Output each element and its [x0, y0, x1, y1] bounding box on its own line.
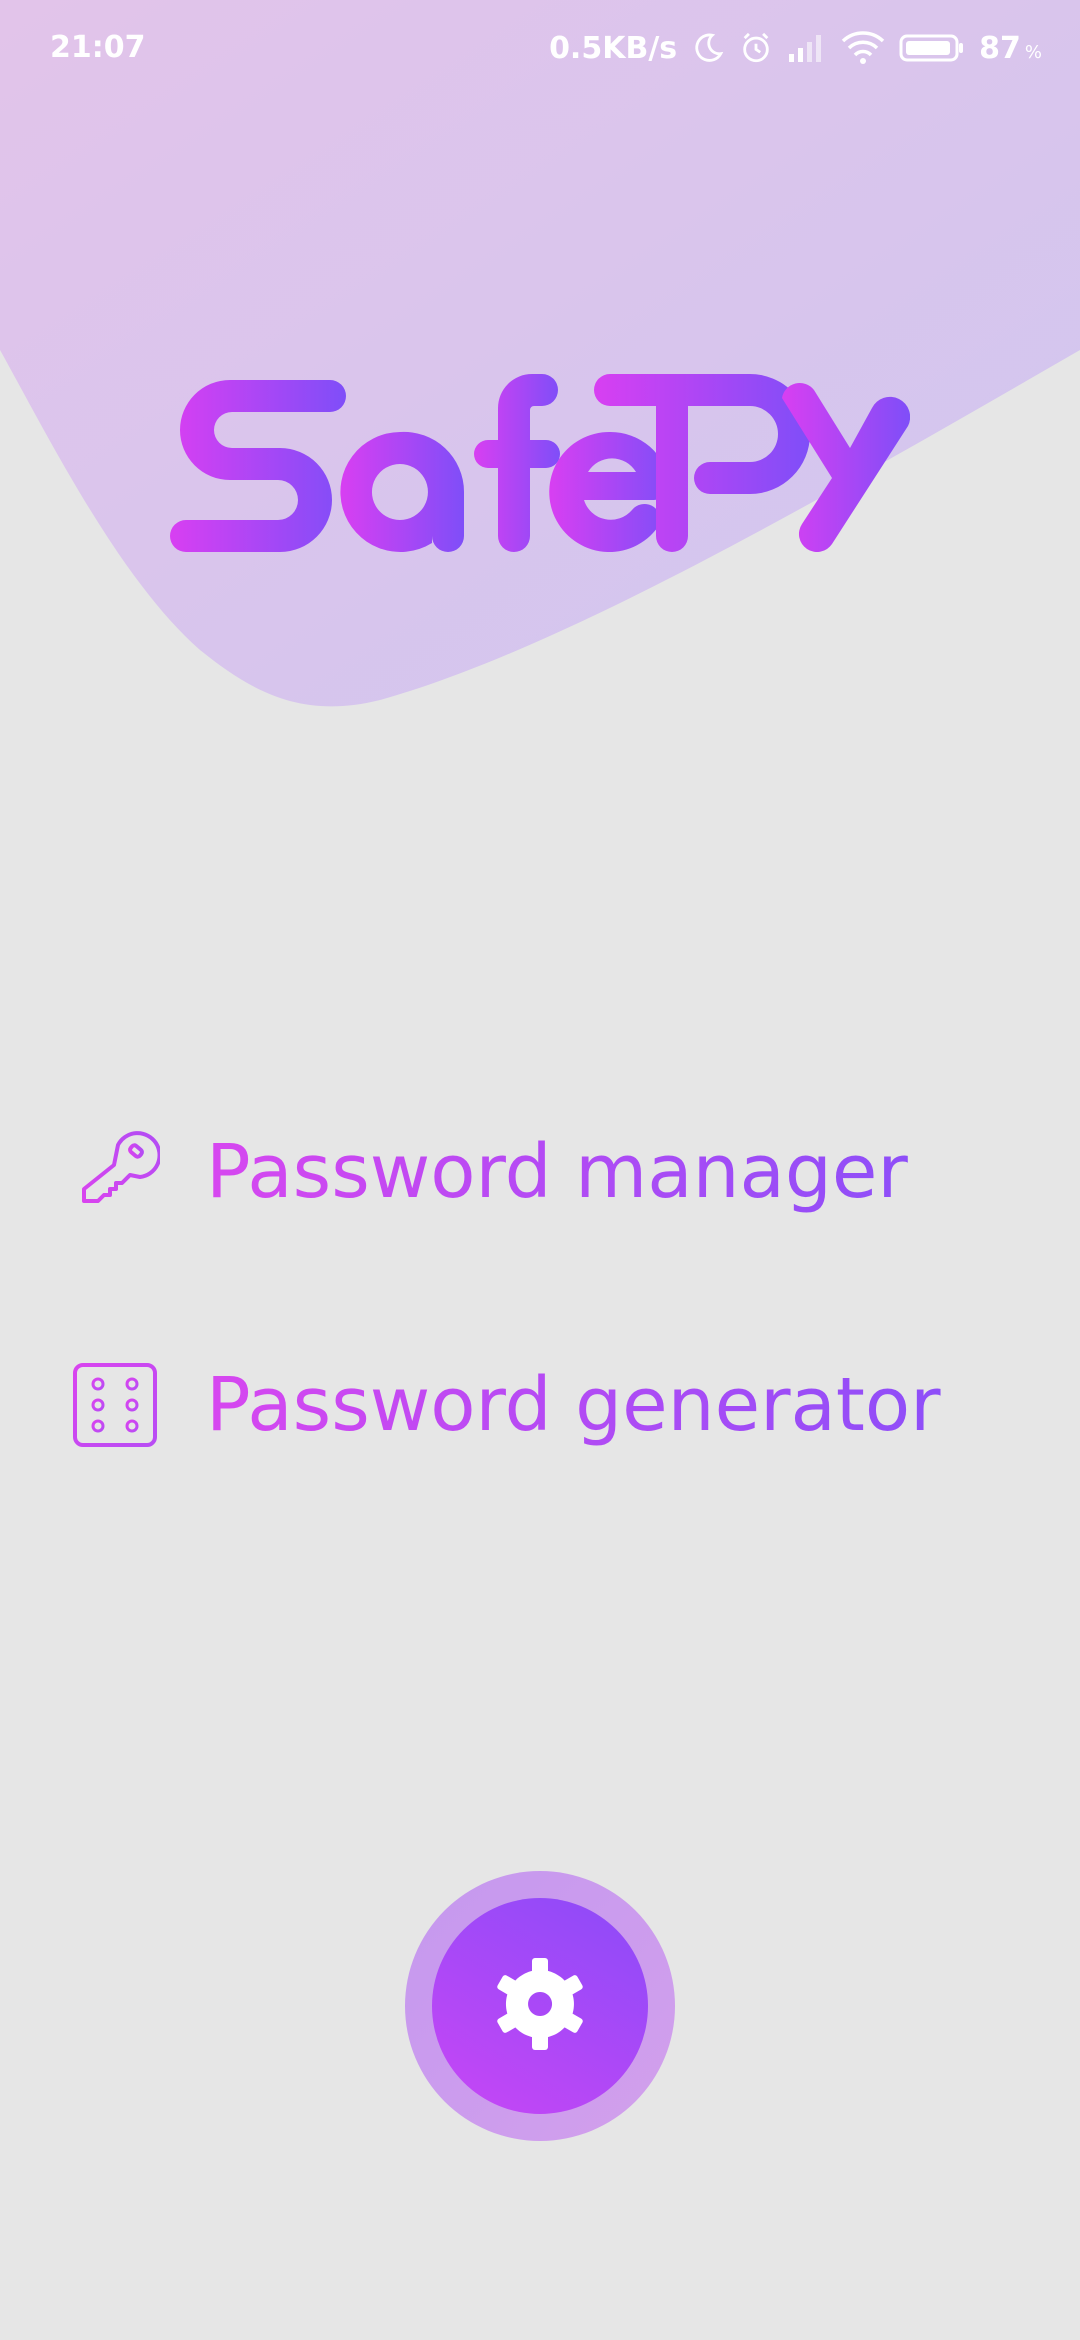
gear-icon — [492, 1956, 588, 2057]
password-manager-button[interactable]: Password manager — [60, 1117, 960, 1227]
wifi-icon — [841, 31, 885, 65]
dice-icon — [60, 1350, 170, 1460]
battery-icon — [899, 33, 965, 63]
network-speed: 0.5KB/s — [549, 30, 678, 66]
battery-percent: 87% — [979, 30, 1042, 66]
password-generator-label: Password generator — [206, 1362, 941, 1448]
status-time: 21:07 — [50, 30, 146, 65]
settings-button-halo — [405, 1871, 675, 2141]
settings-button[interactable] — [432, 1898, 648, 2114]
alarm-icon — [739, 31, 773, 65]
key-icon — [60, 1117, 170, 1227]
status-indicators: 0.5KB/s 87% — [549, 26, 1042, 70]
moon-icon — [691, 31, 725, 65]
signal-icon — [787, 32, 827, 64]
password-generator-button[interactable]: Password generator — [60, 1350, 960, 1460]
status-bar: 21:07 0.5KB/s 87% — [0, 0, 1080, 100]
password-manager-label: Password manager — [206, 1129, 908, 1215]
app-logo — [170, 374, 910, 552]
